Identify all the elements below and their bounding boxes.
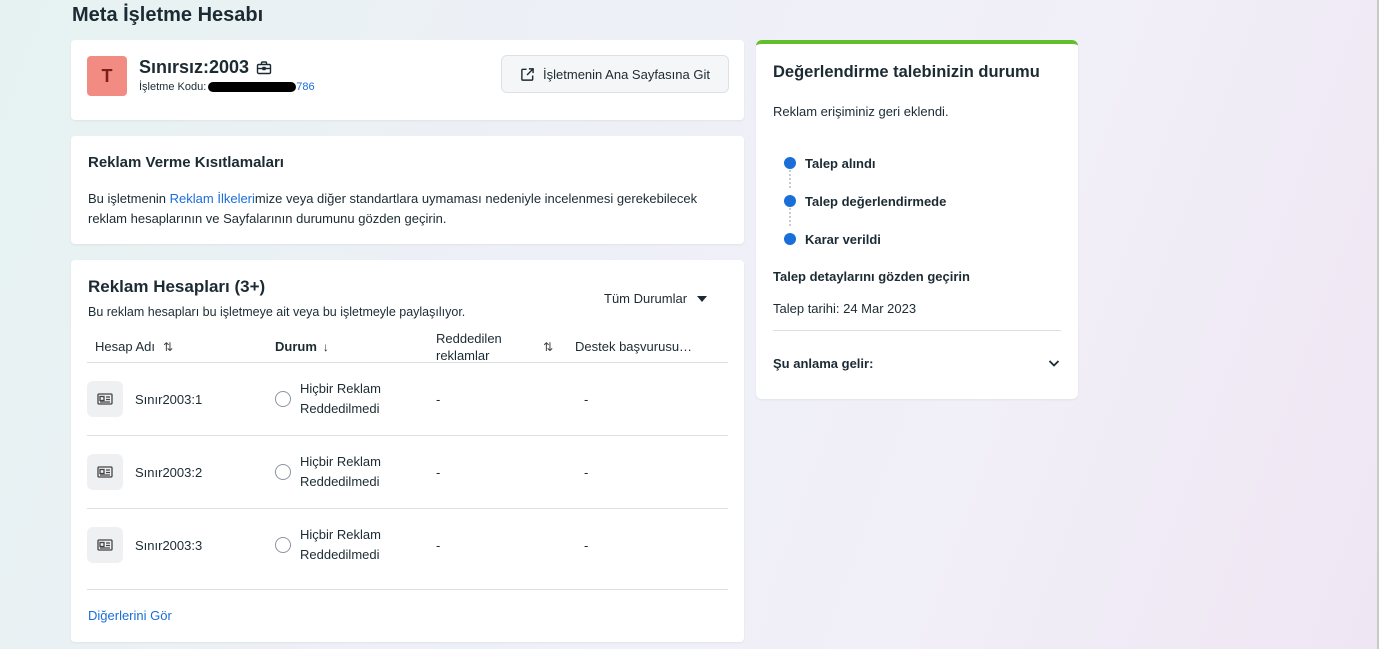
table-row[interactable]: Sınır2003:2 Hiçbir Reklam Reddedilmedi -… bbox=[87, 436, 728, 509]
account-status: Hiçbir Reklam Reddedilmedi bbox=[300, 381, 381, 416]
business-home-label: İşletmenin Ana Sayfasına Git bbox=[543, 66, 710, 82]
status-filter-dropdown[interactable]: Tüm Durumlar bbox=[604, 291, 708, 306]
restrictions-text-before: Bu işletmenin bbox=[88, 191, 170, 206]
redacted-code bbox=[208, 82, 297, 92]
business-code: İşletme Kodu: 786 bbox=[139, 81, 315, 93]
timeline-step: Talep alındı bbox=[784, 144, 946, 182]
column-rejected-label: Reddedilen reklamlar bbox=[436, 330, 502, 363]
status-filter-label: Tüm Durumlar bbox=[604, 291, 688, 306]
business-home-button[interactable]: İşletmenin Ana Sayfasına Git bbox=[501, 55, 729, 93]
ad-account-icon bbox=[87, 454, 123, 490]
restrictions-title: Reklam Verme Kısıtlamaları bbox=[88, 154, 284, 171]
support-value: - bbox=[584, 465, 589, 480]
business-card: T Sınırsız:2003 İşletme Kodu: 786 İşletm… bbox=[71, 40, 744, 120]
evaluation-title: Değerlendirme talebinizin durumu bbox=[773, 63, 1040, 81]
support-value: - bbox=[584, 392, 589, 407]
step-dot-icon bbox=[784, 157, 796, 169]
business-code-tail: 786 bbox=[296, 81, 315, 93]
meaning-label: Şu anlama gelir: bbox=[773, 355, 874, 371]
business-avatar: T bbox=[87, 56, 127, 96]
business-code-label: İşletme Kodu: bbox=[139, 81, 207, 93]
status-timeline: Talep alındı Talep değerlendirmede Karar… bbox=[784, 144, 946, 258]
timeline-step: Talep değerlendirmede bbox=[784, 182, 946, 220]
account-name[interactable]: Sınır2003:3 bbox=[135, 538, 202, 553]
step-label: Talep alındı bbox=[805, 155, 876, 171]
column-name-label: Hesap Adı bbox=[95, 339, 155, 354]
column-header-support[interactable]: Destek başvurusu… bbox=[575, 330, 692, 363]
evaluation-status-card: Değerlendirme talebinizin durumu Reklam … bbox=[756, 40, 1078, 399]
account-status: Hiçbir Reklam Reddedilmedi bbox=[300, 454, 381, 489]
caret-down-icon bbox=[697, 295, 708, 302]
column-status-label: Durum bbox=[275, 339, 317, 354]
sort-icon: ⇅ bbox=[543, 339, 554, 354]
status-circle-icon bbox=[275, 464, 291, 480]
step-label: Talep değerlendirmede bbox=[805, 193, 947, 209]
timeline-connector bbox=[789, 170, 791, 188]
column-header-rejected[interactable]: Reddedilen reklamlar bbox=[436, 330, 516, 363]
status-circle-icon bbox=[275, 537, 291, 553]
column-header-status[interactable]: Durum ↓ bbox=[275, 330, 329, 363]
ad-account-icon bbox=[87, 527, 123, 563]
rejected-ads-value: - bbox=[436, 465, 441, 480]
account-name[interactable]: Sınır2003:2 bbox=[135, 465, 202, 480]
restrictions-text: Bu işletmenin Reklam İlkelerimize veya d… bbox=[88, 189, 708, 229]
step-label: Karar verildi bbox=[805, 231, 881, 247]
sort-down-icon: ↓ bbox=[322, 339, 329, 354]
review-request-details[interactable]: Talep detaylarını gözden geçirin bbox=[773, 269, 970, 284]
support-value: - bbox=[584, 538, 589, 553]
evaluation-subtitle: Reklam erişiminiz geri eklendi. bbox=[773, 104, 949, 119]
rejected-ads-value: - bbox=[436, 392, 441, 407]
ad-accounts-title: Reklam Hesapları (3+) bbox=[88, 277, 266, 296]
page-title: Meta İşletme Hesabı bbox=[72, 4, 264, 26]
briefcase-icon bbox=[256, 60, 272, 74]
timeline-connector bbox=[789, 208, 791, 226]
business-name-row: Sınırsız:2003 bbox=[139, 57, 272, 78]
business-name: Sınırsız:2003 bbox=[139, 57, 250, 77]
request-date: Talep tarihi: 24 Mar 2023 bbox=[773, 301, 917, 316]
step-dot-icon bbox=[784, 195, 796, 207]
see-more-link[interactable]: Diğerlerini Gör bbox=[88, 608, 172, 623]
sort-icon: ⇅ bbox=[163, 339, 174, 354]
restrictions-card: Reklam Verme Kısıtlamaları Bu işletmenin… bbox=[71, 136, 744, 244]
ad-accounts-card: Reklam Hesapları (3+) Bu reklam hesaplar… bbox=[71, 260, 744, 642]
ad-accounts-subtitle: Bu reklam hesapları bu işletmeye ait vey… bbox=[88, 305, 466, 319]
step-dot-icon bbox=[784, 233, 796, 245]
column-support-label: Destek başvurusu… bbox=[575, 339, 693, 354]
column-header-name[interactable]: Hesap Adı ⇅ bbox=[95, 330, 173, 363]
ad-policies-link[interactable]: Reklam İlkeleri bbox=[170, 191, 255, 206]
status-circle-icon bbox=[275, 391, 291, 407]
rejected-sort-toggle[interactable]: ⇅ bbox=[543, 330, 553, 363]
table-row[interactable]: Sınır2003:1 Hiçbir Reklam Reddedilmedi -… bbox=[87, 363, 728, 436]
chevron-down-icon bbox=[1048, 360, 1060, 367]
meaning-expander[interactable]: Şu anlama gelir: bbox=[773, 344, 1061, 382]
table-row[interactable]: Sınır2003:3 Hiçbir Reklam Reddedilmedi -… bbox=[87, 509, 728, 590]
rejected-ads-value: - bbox=[436, 538, 441, 553]
timeline-step: Karar verildi bbox=[784, 220, 946, 258]
divider bbox=[773, 330, 1061, 331]
table-header: Hesap Adı ⇅ Durum ↓ Reddedilen reklamlar… bbox=[87, 330, 728, 363]
ad-account-icon bbox=[87, 381, 123, 417]
account-status: Hiçbir Reklam Reddedilmedi bbox=[300, 527, 381, 562]
account-name[interactable]: Sınır2003:1 bbox=[135, 392, 202, 407]
external-link-icon bbox=[521, 67, 534, 81]
